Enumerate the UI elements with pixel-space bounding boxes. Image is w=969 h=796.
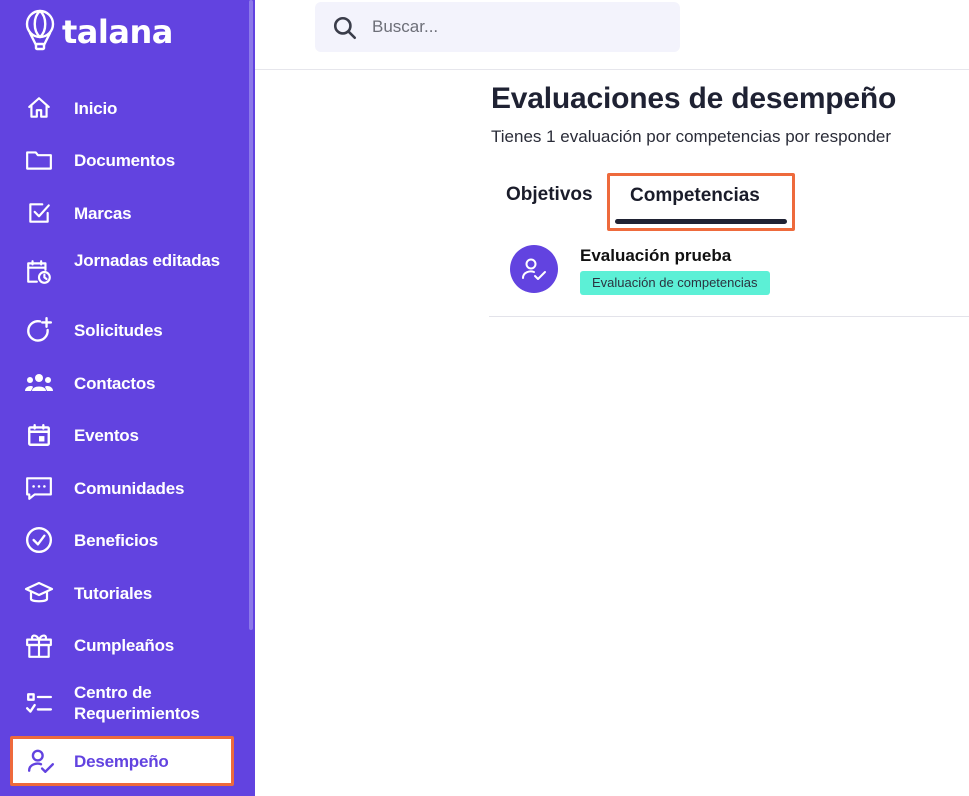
avatar (510, 245, 558, 293)
sidebar: talana Inicio Documentos Marcas Jornadas… (0, 0, 255, 796)
tab-objetivos[interactable]: Objetivos (506, 184, 593, 206)
sidebar-item-label: Centro de Requerimientos (74, 683, 200, 723)
search-icon (332, 15, 358, 46)
sidebar-item-inicio[interactable]: Inicio (0, 93, 255, 123)
balloon-icon (25, 9, 55, 51)
sidebar-item-label: Solicitudes (74, 320, 163, 340)
home-icon (24, 93, 54, 123)
check-circle-icon (24, 525, 54, 555)
sidebar-item-label: Cumpleaños (74, 635, 175, 655)
sidebar-item-tutoriales[interactable]: Tutoriales (0, 578, 255, 608)
evaluation-type-badge: Evaluación de competencias (580, 271, 770, 295)
sidebar-item-jornadas-editadas[interactable]: Jornadas editadas (0, 250, 255, 294)
search-bar[interactable] (315, 2, 680, 52)
sidebar-item-marcas[interactable]: Marcas (0, 198, 255, 228)
sidebar-item-solicitudes[interactable]: Solicitudes (0, 315, 255, 345)
user-check-icon (26, 746, 56, 776)
page-title: Evaluaciones de desempeño (491, 82, 897, 115)
active-tab-indicator (615, 219, 787, 224)
checklist-icon (24, 689, 54, 719)
gift-icon (24, 630, 54, 660)
list-item[interactable]: Evaluación prueba Evaluación de competen… (489, 232, 969, 317)
sidebar-item-cumpleanos[interactable]: Cumpleaños (0, 630, 255, 660)
sidebar-item-desempeno[interactable]: Desempeño (10, 736, 234, 786)
sidebar-item-documentos[interactable]: Documentos (0, 145, 255, 175)
graduation-cap-icon (24, 578, 54, 608)
sidebar-item-label: Comunidades (74, 478, 185, 498)
sidebar-item-contactos[interactable]: Contactos (0, 368, 255, 398)
sidebar-item-label: Jornadas editadas (74, 251, 220, 270)
talana-logo[interactable]: talana (24, 8, 173, 52)
sidebar-item-label: Contactos (74, 373, 156, 393)
user-check-icon (522, 258, 546, 280)
sidebar-item-label: Eventos (74, 425, 139, 445)
calendar-clock-icon (24, 257, 54, 287)
chat-icon (24, 473, 54, 503)
sidebar-item-eventos[interactable]: Eventos (0, 420, 255, 450)
page-subtitle: Tienes 1 evaluación por competencias por… (491, 127, 892, 146)
sidebar-item-centro-de-requerimientos[interactable]: Centro de Requerimientos (0, 682, 255, 726)
folder-icon (24, 145, 54, 175)
sidebar-item-label: Inicio (74, 98, 118, 118)
sidebar-item-label: Documentos (74, 150, 175, 170)
refresh-plus-icon (24, 315, 54, 345)
people-icon (24, 368, 54, 398)
calendar-event-icon (24, 420, 54, 450)
brand-name: talana (62, 13, 173, 51)
sidebar-item-label: Desempeño (74, 751, 169, 771)
top-bar (255, 0, 969, 70)
sidebar-item-label: Beneficios (74, 530, 158, 550)
tab-competencias[interactable]: Competencias (607, 173, 795, 231)
checkbox-icon (24, 198, 54, 228)
tab-label: Competencias (630, 185, 760, 206)
sidebar-item-comunidades[interactable]: Comunidades (0, 473, 255, 503)
sidebar-item-beneficios[interactable]: Beneficios (0, 525, 255, 555)
sidebar-item-label: Marcas (74, 203, 132, 223)
search-input[interactable] (372, 14, 662, 40)
evaluation-title: Evaluación prueba (580, 246, 732, 265)
sidebar-item-label: Tutoriales (74, 583, 152, 603)
